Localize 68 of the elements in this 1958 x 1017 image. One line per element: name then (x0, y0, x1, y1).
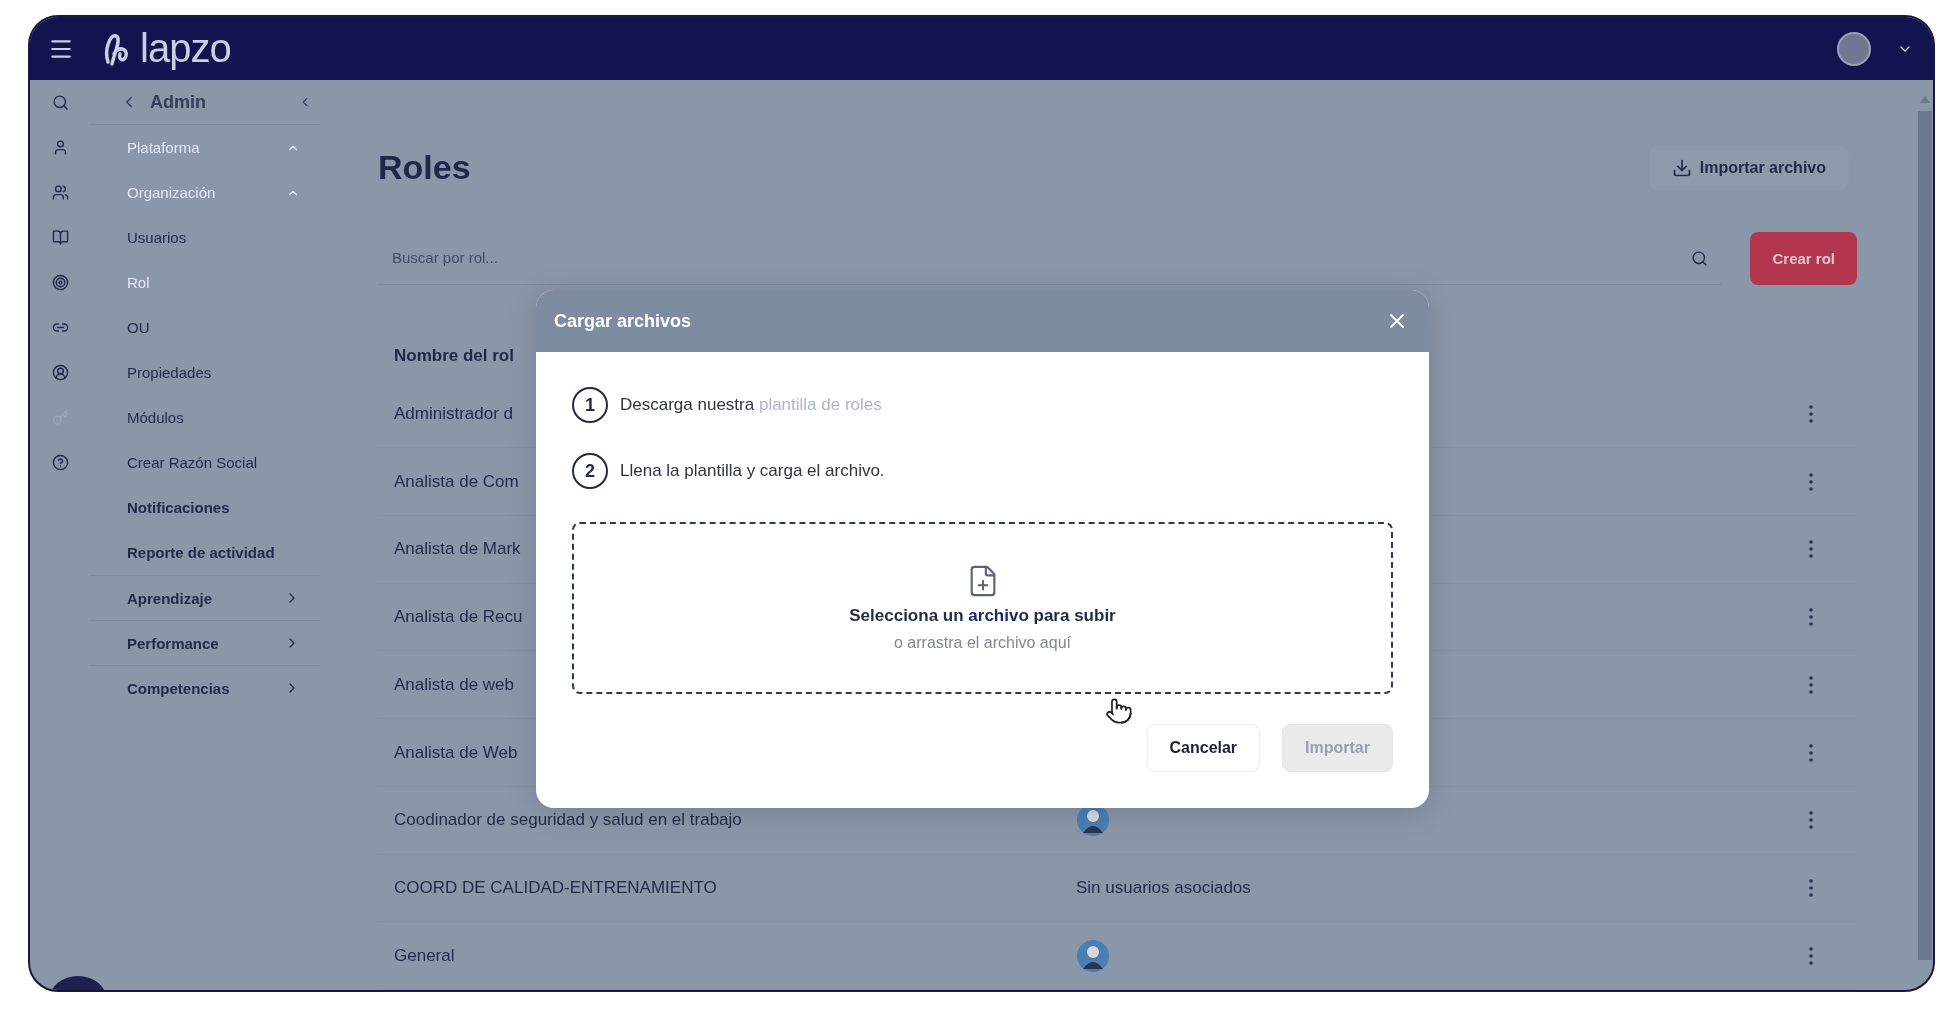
help-icon[interactable] (51, 454, 69, 471)
drop-zone[interactable]: Selecciona un archivo para subir o arrastra el archivo aquí (572, 522, 1393, 694)
logo: lapzo (100, 26, 231, 71)
sidebar-item[interactable]: Reporte de actividad (90, 530, 320, 575)
role-name: COORD DE CALIDAD-ENTRENAMIENTO (394, 877, 717, 898)
row-menu-button[interactable] (1809, 946, 1813, 965)
sidebar-item[interactable]: Rol (90, 260, 320, 305)
sidebar-item[interactable]: Plataforma (90, 125, 320, 170)
create-role-button[interactable]: Crear rol (1750, 231, 1857, 285)
sidebar-item[interactable]: Notificaciones (90, 485, 320, 530)
users-icon[interactable] (51, 184, 69, 201)
sidebar-item[interactable]: Performance (90, 620, 320, 665)
row-menu-button[interactable] (1809, 540, 1813, 559)
more-icon (1809, 811, 1813, 830)
column-header: Nombre del rol (394, 345, 514, 366)
step-text: Llena la plantilla y carga el archivo. (620, 461, 885, 481)
sidebar-item[interactable]: OU (90, 305, 320, 350)
role-name: Analista de Com (394, 471, 519, 492)
more-icon (1809, 472, 1813, 491)
search-icon[interactable] (1691, 249, 1709, 267)
avatar-icon (1076, 938, 1110, 973)
role-name: Coodinador de seguridad y salud en el trabajo (394, 810, 742, 831)
sidebar-item[interactable]: Crear Razón Social (90, 440, 320, 485)
more-icon (1809, 946, 1813, 965)
role-name: Analista de Recu (394, 607, 523, 628)
sidebar-item[interactable]: Competencias (90, 665, 320, 710)
row-menu-button[interactable] (1809, 743, 1813, 762)
user-avatar[interactable] (1837, 31, 1871, 66)
sidebar-item[interactable]: Organización (90, 170, 320, 215)
drop-title: Selecciona un archivo para subir (849, 606, 1116, 626)
more-icon (1809, 675, 1813, 694)
role-name: Analista de Mark (394, 539, 521, 560)
target-icon[interactable] (51, 274, 69, 291)
sidebar-item[interactable]: Módulos (90, 395, 320, 440)
row-menu-button[interactable] (1809, 878, 1813, 897)
drop-hint: o arrastra el archivo aquí (894, 634, 1071, 652)
search-field[interactable]: Buscar por rol... (378, 231, 1723, 285)
more-icon (1809, 608, 1813, 627)
step-text: Descarga nuestra plantilla de roles (620, 395, 882, 415)
back-link[interactable]: Admin (90, 80, 320, 125)
more-icon (1809, 878, 1813, 897)
sidebar-item[interactable]: Usuarios (90, 215, 320, 260)
row-menu-button[interactable] (1809, 811, 1813, 830)
dialog-title: Cargar archivos (554, 310, 692, 332)
user-circle-icon[interactable] (51, 364, 69, 381)
book-icon[interactable] (51, 229, 69, 246)
step-number: 1 (572, 387, 608, 423)
sidebar-item[interactable]: Aprendizaje (90, 575, 320, 620)
users-text: Sin usuarios asociados (1076, 877, 1251, 898)
search-icon[interactable] (51, 94, 69, 111)
role-name: General (394, 945, 455, 966)
page-title: Roles (378, 148, 471, 188)
import-file-button[interactable]: Importar archivo (1648, 144, 1849, 191)
more-icon (1809, 540, 1813, 559)
role-name: Analista de web (394, 674, 515, 695)
more-icon (1809, 404, 1813, 423)
row-menu-button[interactable] (1809, 675, 1813, 694)
row-menu-button[interactable] (1809, 472, 1813, 491)
role-name: Analista de Web (394, 742, 518, 763)
row-menu-button[interactable] (1809, 404, 1813, 423)
step-number: 2 (572, 453, 608, 489)
sidebar-item[interactable]: Propiedades (90, 350, 320, 395)
more-icon (1809, 743, 1813, 762)
hand-cursor-icon (1105, 697, 1133, 725)
download-icon (1671, 157, 1692, 178)
row-menu-button[interactable] (1809, 608, 1813, 627)
role-name: Administrador d (394, 403, 514, 424)
dialog-button[interactable]: Cancelar (1146, 724, 1261, 772)
